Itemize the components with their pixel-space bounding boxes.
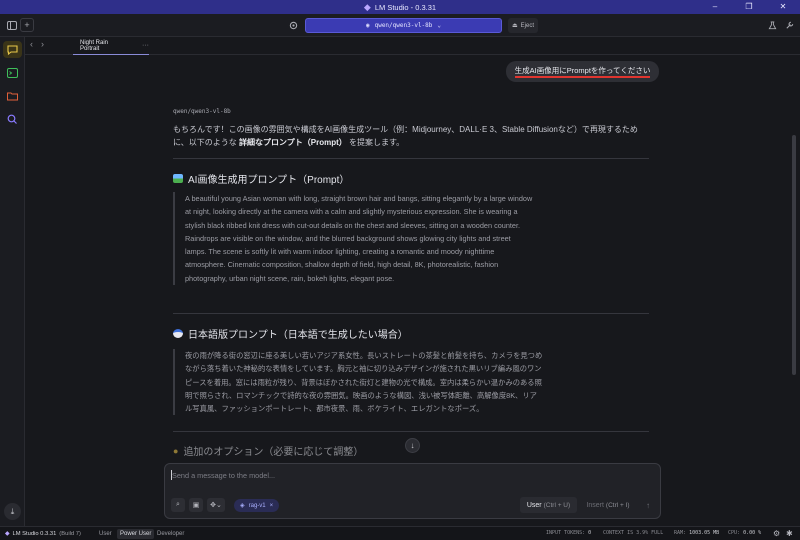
developer-nav-icon[interactable] [3, 64, 22, 81]
section-heading-options: ● 追加のオプション（必要に応じて調整） [173, 443, 364, 459]
rag-label: rag-v1 [248, 502, 266, 509]
insert-shortcut: (Ctrl + I) [605, 501, 630, 509]
chevron-down-icon: ⌄ [437, 22, 442, 29]
flask-icon[interactable] [765, 18, 779, 32]
picture-emoji-icon [173, 174, 183, 183]
insert-button[interactable]: Insert (Ctrl + I) [581, 497, 635, 513]
tools-dropdown-icon[interactable]: ✥⌄ [207, 498, 225, 512]
chat-nav-icon[interactable] [3, 41, 22, 58]
maximize-button[interactable]: ❐ [732, 0, 766, 14]
message-input[interactable]: Send a message to the model... [170, 470, 275, 480]
send-as-user-button[interactable]: User (Ctrl + U) [520, 497, 577, 513]
scroll-to-bottom-button[interactable]: ↓ [405, 438, 420, 453]
eject-label: Eject [520, 22, 534, 29]
japan-emoji-icon [173, 329, 183, 338]
status-brand: ◆ LM Studio 0.3.31 (Build 7) [5, 531, 81, 537]
intro-text-end: を提案します。 [346, 138, 405, 147]
divider [173, 431, 649, 432]
plugin-icon: ◈ [240, 503, 245, 509]
top-header: + ◉ qwen/qwen3-vl-8b ⌄ ⏏ Eject [0, 14, 800, 37]
insert-label: Insert [586, 501, 604, 509]
section-heading-japanese: 日本語版プロンプト（日本語で生成したい場合） [173, 326, 408, 341]
downloads-icon[interactable]: ⤓ [4, 503, 21, 520]
remove-plugin-icon[interactable]: × [270, 503, 274, 509]
assistant-intro: もちろんです！この画像の雰囲気や構成をAI画像生成ツール（例：Midjourne… [173, 123, 653, 149]
arrow-down-icon: ↓ [410, 441, 415, 450]
section-heading-text: 日本語版プロンプト（日本語で生成したい場合） [188, 330, 408, 341]
tab-back-arrow-icon[interactable]: ‹ [30, 39, 33, 49]
cpu-usage: CPU: 0.00 % [728, 530, 762, 536]
mode-power-user[interactable]: Power User [117, 529, 155, 539]
status-bar: ◆ LM Studio 0.3.31 (Build 7) User Power … [0, 526, 800, 540]
title-bar: ◆ LM Studio - 0.3.31 – ❐ ✕ [0, 0, 800, 14]
plus-icon: + [24, 20, 30, 30]
status-build: (Build 7) [59, 530, 81, 537]
input-tokens: INPUT TOKENS: 0 [546, 530, 592, 536]
window-controls: – ❐ ✕ [698, 0, 800, 14]
bug-icon[interactable]: ✱ [786, 529, 793, 538]
model-settings-icon[interactable] [286, 18, 300, 32]
attach-file-icon[interactable]: ⌕ [171, 498, 185, 512]
intro-bold-text: 詳細なプロンプト（Prompt） [238, 138, 347, 147]
wrench-icon[interactable] [782, 18, 796, 32]
send-arrow-icon[interactable]: ↑ [640, 497, 656, 513]
japanese-prompt-quote: 夜の雨が降る街の窓辺に座る美しい若いアジア系女性。長いストレートの茶髪と前髪を持… [173, 349, 543, 416]
image-icon[interactable]: ▣ [189, 498, 203, 512]
model-selector[interactable]: ◉ qwen/qwen3-vl-8b ⌄ [305, 18, 502, 33]
status-app-version: LM Studio 0.3.31 [12, 530, 57, 537]
tab-forward-arrow-icon[interactable]: › [41, 39, 44, 49]
folder-nav-icon[interactable] [3, 87, 22, 104]
close-button[interactable]: ✕ [766, 0, 800, 14]
context-usage: CONTEXT IS 3.9% FULL [603, 530, 664, 536]
model-icon: ◉ [365, 22, 370, 29]
mode-developer[interactable]: Developer [154, 529, 187, 539]
model-selector-label: qwen/qwen3-vl-8b [374, 22, 433, 29]
minimize-button[interactable]: – [698, 0, 732, 14]
mode-user[interactable]: User [96, 529, 115, 539]
english-prompt-quote: A beautiful young Asian woman with long,… [173, 192, 533, 286]
lightbulb-emoji-icon: ● [173, 445, 179, 456]
search-nav-icon[interactable] [3, 110, 22, 127]
toggle-sidebar-icon[interactable] [5, 18, 19, 32]
settings-gear-icon[interactable]: ⚙ [773, 529, 780, 538]
tab-label: Night Rain Portrait [80, 39, 109, 52]
divider [173, 158, 649, 159]
rag-plugin-chip[interactable]: ◈ rag-v1 × [234, 499, 280, 512]
send-user-shortcut: (Ctrl + U) [543, 501, 571, 509]
lmstudio-logo-icon: ◆ [363, 1, 371, 12]
eject-button[interactable]: ⏏ Eject [508, 18, 538, 33]
chat-scrollbar[interactable] [792, 55, 796, 525]
assistant-model-name: qwen/qwen3-vl-8b [173, 108, 231, 115]
user-message-bubble: 生成AI画像用にPromptを作ってください [506, 61, 659, 82]
section-heading-prompt: AI画像生成用プロンプト（Prompt） [173, 171, 349, 186]
send-user-label: User [526, 501, 542, 509]
app-title: LM Studio - 0.3.31 [374, 2, 437, 12]
left-nav-rail [0, 37, 25, 526]
section-heading-text: AI画像生成用プロンプト（Prompt） [188, 175, 350, 186]
lmstudio-logo-icon: ◆ [5, 530, 10, 537]
new-chat-button[interactable]: + [20, 18, 34, 32]
user-message-text: 生成AI画像用にPromptを作ってください [514, 65, 651, 78]
tab-night-rain-portrait[interactable]: Night Rain Portrait ··· [73, 37, 149, 55]
tab-more-icon[interactable]: ··· [142, 42, 149, 49]
eject-icon: ⏏ [511, 23, 518, 29]
section-heading-text: 追加のオプション（必要に応じて調整） [183, 447, 364, 458]
window-title: ◆ LM Studio - 0.3.31 [364, 2, 436, 13]
divider [173, 313, 649, 314]
scrollbar-thumb[interactable] [792, 135, 796, 375]
ram-usage: RAM: 1003.05 MB [674, 530, 720, 536]
chat-tab-bar: ‹ › Night Rain Portrait ··· [25, 37, 800, 55]
